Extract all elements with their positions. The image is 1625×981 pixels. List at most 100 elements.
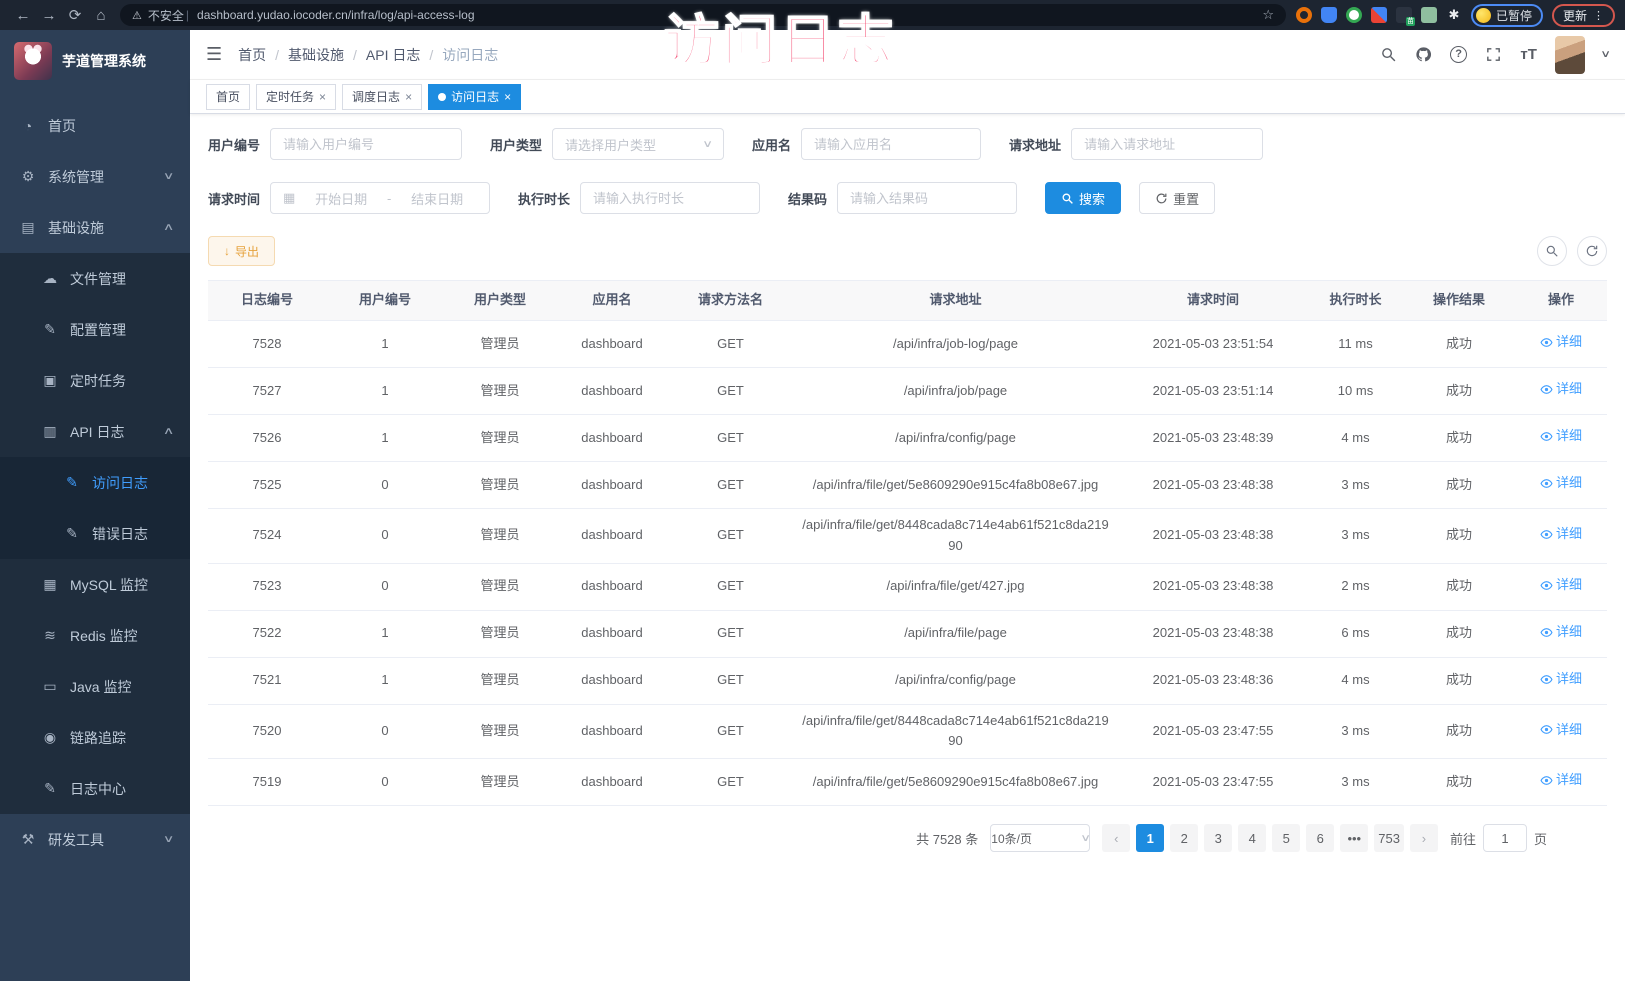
browser-menu-kebab-icon[interactable]: ⋮ bbox=[1593, 9, 1604, 22]
breadcrumb-item-api-log[interactable]: API 日志 bbox=[366, 45, 420, 65]
sidebar-item-日志中心[interactable]: ✎日志中心 bbox=[0, 763, 190, 814]
page-button-3[interactable]: 3 bbox=[1204, 824, 1232, 852]
sidebar-item-文件管理[interactable]: ☁文件管理 bbox=[0, 253, 190, 304]
request-url-input[interactable] bbox=[1084, 137, 1250, 152]
request-time-range-picker[interactable]: ▦ 开始日期 - 结束日期 bbox=[270, 182, 490, 214]
sidebar-logo[interactable]: 芋道管理系统 bbox=[0, 30, 190, 92]
detail-link[interactable]: 详细 bbox=[1540, 770, 1582, 791]
tab-close-icon[interactable]: × bbox=[319, 90, 326, 104]
page-ellipsis-button[interactable]: ••• bbox=[1340, 824, 1368, 852]
fullscreen-icon[interactable] bbox=[1485, 46, 1503, 64]
tab-定时任务[interactable]: 定时任务× bbox=[256, 84, 336, 110]
page-button-4[interactable]: 4 bbox=[1238, 824, 1266, 852]
extension-shield-icon[interactable] bbox=[1321, 7, 1337, 23]
extension-tampermonkey-icon[interactable]: 苗 bbox=[1396, 7, 1412, 23]
detail-link[interactable]: 详细 bbox=[1540, 379, 1582, 400]
result-code-input[interactable] bbox=[850, 191, 1004, 206]
start-date-placeholder: 开始日期 bbox=[301, 189, 381, 208]
toggle-search-button[interactable] bbox=[1537, 236, 1567, 266]
tab-首页[interactable]: 首页 bbox=[206, 84, 250, 110]
sidebar-item-首页[interactable]: ◔首页 bbox=[0, 100, 190, 151]
sidebar-item-label: 系统管理 bbox=[48, 167, 104, 187]
sidebar-item-MySQL-监控[interactable]: ▦MySQL 监控 bbox=[0, 559, 190, 610]
sidebar-item-定时任务[interactable]: ▣定时任务 bbox=[0, 355, 190, 406]
prev-page-button[interactable]: ‹ bbox=[1102, 824, 1130, 852]
page-button-753[interactable]: 753 bbox=[1374, 824, 1404, 852]
select-caret-down-icon: ∨ bbox=[1080, 833, 1091, 844]
detail-link[interactable]: 详细 bbox=[1540, 575, 1582, 596]
sidebar-item-Java-监控[interactable]: ▭Java 监控 bbox=[0, 661, 190, 712]
next-page-button[interactable]: › bbox=[1410, 824, 1438, 852]
page-button-5[interactable]: 5 bbox=[1272, 824, 1300, 852]
breadcrumb-item-infrastructure[interactable]: 基础设施 bbox=[288, 45, 344, 65]
github-icon[interactable] bbox=[1415, 46, 1433, 64]
paused-label: 已暂停 bbox=[1496, 7, 1532, 24]
page-button-6[interactable]: 6 bbox=[1306, 824, 1334, 852]
sidebar-item-Redis-监控[interactable]: ≋Redis 监控 bbox=[0, 610, 190, 661]
tab-close-icon[interactable]: × bbox=[504, 90, 511, 104]
page-button-2[interactable]: 2 bbox=[1170, 824, 1198, 852]
browser-update-button[interactable]: 更新 ⋮ bbox=[1552, 4, 1615, 27]
detail-link[interactable]: 详细 bbox=[1540, 669, 1582, 690]
breadcrumb-item-home[interactable]: 首页 bbox=[238, 45, 266, 65]
help-icon[interactable]: ? bbox=[1450, 46, 1468, 64]
filter-request-time: 请求时间 ▦ 开始日期 - 结束日期 bbox=[208, 182, 490, 214]
browser-reload-icon[interactable]: ⟳ bbox=[62, 6, 88, 24]
profile-paused-pill[interactable]: 已暂停 bbox=[1471, 4, 1543, 27]
detail-link[interactable]: 详细 bbox=[1540, 473, 1582, 494]
tab-close-icon[interactable]: × bbox=[405, 90, 412, 104]
page-button-1[interactable]: 1 bbox=[1136, 824, 1164, 852]
extensions-puzzle-icon[interactable]: ✱ bbox=[1446, 7, 1462, 23]
cell-actions: 详细 bbox=[1515, 524, 1607, 548]
search-button[interactable]: 搜索 bbox=[1045, 182, 1121, 214]
avatar-caret-down-icon[interactable]: ∨ bbox=[1600, 49, 1611, 60]
sidebar-item-链路追踪[interactable]: ◉链路追踪 bbox=[0, 712, 190, 763]
browser-back-icon[interactable]: ← bbox=[10, 7, 36, 24]
filter-request-url: 请求地址 bbox=[1009, 128, 1263, 160]
tab-访问日志[interactable]: 访问日志× bbox=[428, 84, 521, 110]
duration-input[interactable] bbox=[593, 191, 747, 206]
sidebar-item-访问日志[interactable]: ✎访问日志 bbox=[0, 457, 190, 508]
refresh-table-button[interactable] bbox=[1577, 236, 1607, 266]
extension-orange-icon[interactable] bbox=[1296, 7, 1312, 23]
goto-page-input[interactable] bbox=[1483, 824, 1527, 852]
page-size-select[interactable]: 10条/页 ∨ bbox=[990, 824, 1090, 852]
sidebar-item-基础设施[interactable]: ▤基础设施∧ bbox=[0, 202, 190, 253]
table-body: 75281管理员dashboardGET/api/infra/job-log/p… bbox=[208, 321, 1607, 806]
font-size-icon[interactable]: ᴛT bbox=[1520, 46, 1538, 64]
header-search-icon[interactable] bbox=[1380, 46, 1398, 64]
extension-person-icon[interactable] bbox=[1421, 7, 1437, 23]
detail-link[interactable]: 详细 bbox=[1540, 524, 1582, 545]
user-id-input[interactable] bbox=[283, 137, 449, 152]
extension-green-icon[interactable] bbox=[1346, 7, 1362, 23]
user-avatar[interactable] bbox=[1555, 36, 1585, 74]
sidebar-toggle-icon[interactable]: ☰ bbox=[206, 44, 222, 65]
app-name-input[interactable] bbox=[814, 137, 968, 152]
detail-link[interactable]: 详细 bbox=[1540, 720, 1582, 741]
detail-link[interactable]: 详细 bbox=[1540, 426, 1582, 447]
select-caret-down-icon: ∨ bbox=[702, 139, 713, 150]
cell-url: /api/infra/file/get/5e8609290e915c4fa8b0… bbox=[793, 772, 1118, 793]
sidebar-item-配置管理[interactable]: ✎配置管理 bbox=[0, 304, 190, 355]
detail-link[interactable]: 详细 bbox=[1540, 622, 1582, 643]
cell-duration: 3 ms bbox=[1308, 721, 1403, 742]
refresh-icon bbox=[1585, 244, 1599, 258]
bookmark-star-icon[interactable]: ☆ bbox=[1262, 7, 1274, 23]
cell-result: 成功 bbox=[1403, 576, 1515, 597]
browser-forward-icon[interactable]: → bbox=[36, 7, 62, 24]
reset-button[interactable]: 重置 bbox=[1139, 182, 1215, 214]
user-type-select[interactable]: 请选择用户类型 ∨ bbox=[552, 128, 724, 160]
cell-app-name: dashboard bbox=[556, 721, 668, 742]
address-bar[interactable]: ⚠ 不安全 | dashboard.yudao.iocoder.cn/infra… bbox=[120, 4, 1286, 26]
sidebar-item-错误日志[interactable]: ✎错误日志 bbox=[0, 508, 190, 559]
sidebar-item-系统管理[interactable]: ⚙系统管理∨ bbox=[0, 151, 190, 202]
sidebar-item-API-日志[interactable]: ▥API 日志∧ bbox=[0, 406, 190, 457]
extension-grid-icon[interactable] bbox=[1371, 7, 1387, 23]
tab-调度日志[interactable]: 调度日志× bbox=[342, 84, 422, 110]
cell-app-name: dashboard bbox=[556, 670, 668, 691]
browser-home-icon[interactable]: ⌂ bbox=[88, 7, 114, 24]
export-button[interactable]: ↓ 导出 bbox=[208, 236, 275, 266]
sidebar-item-研发工具[interactable]: ⚒研发工具∨ bbox=[0, 814, 190, 865]
detail-link[interactable]: 详细 bbox=[1540, 332, 1582, 353]
mysql-monitor-icon: ▦ bbox=[42, 576, 58, 593]
